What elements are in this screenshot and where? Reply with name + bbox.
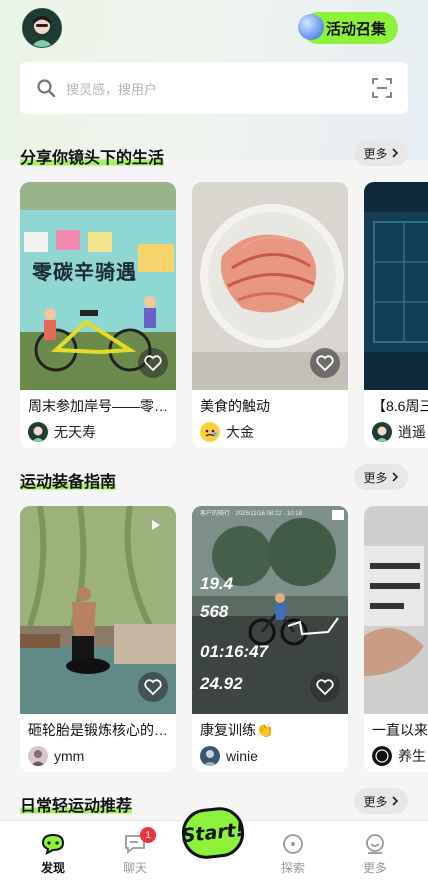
- author-name: 逍遥: [398, 424, 426, 440]
- author-avatar: [28, 422, 48, 442]
- heart-icon: [316, 679, 334, 695]
- more-button-gear[interactable]: 更多: [354, 464, 408, 490]
- start-label: Start!: [180, 818, 246, 848]
- more-button-life[interactable]: 更多: [354, 140, 408, 166]
- author-name: 养生: [398, 748, 426, 764]
- compass-icon: [283, 834, 303, 854]
- more-button-daily[interactable]: 更多: [354, 788, 408, 814]
- activity-speed: 24.92: [200, 674, 243, 693]
- activity-calories: 568: [200, 602, 229, 621]
- author-avatar: [372, 746, 392, 766]
- campaign-button[interactable]: 活动召集: [298, 12, 398, 44]
- card-row-gear: 砸轮胎是锻炼核心的… ymm 客户的骑行 · 2025/11/16 08:22 …: [0, 506, 428, 774]
- section-title-gear: 运动装备指南: [20, 474, 117, 491]
- avatar-illustration: [23, 9, 61, 47]
- like-button[interactable]: [138, 672, 168, 702]
- post-card[interactable]: 美食的触动 大金: [192, 182, 348, 448]
- post-author[interactable]: 逍遥: [372, 422, 426, 442]
- section-title-life: 分享你镜头下的生活: [20, 150, 165, 167]
- post-title: 【8.6周三: [372, 398, 428, 414]
- post-title: 一直以来: [372, 722, 428, 738]
- author-avatar: [28, 746, 48, 766]
- scan-icon[interactable]: [372, 78, 392, 98]
- tab-label: 聊天: [122, 861, 147, 875]
- heart-icon: [144, 355, 162, 371]
- post-image: [364, 506, 428, 714]
- tab-more[interactable]: 更多: [340, 821, 410, 883]
- post-card[interactable]: 零碳辛骑遇 周末参加岸号——零… 无天寿: [20, 182, 176, 448]
- post-author[interactable]: 无天寿: [28, 422, 96, 442]
- smiley-icon: [366, 834, 384, 854]
- post-card[interactable]: 砸轮胎是锻炼核心的… ymm: [20, 506, 176, 772]
- post-author[interactable]: ymm: [28, 746, 84, 766]
- heart-icon: [316, 355, 334, 371]
- tab-discover[interactable]: 发现: [18, 821, 88, 883]
- post-title: 康复训练👏: [200, 722, 274, 738]
- post-author[interactable]: 大金: [200, 422, 254, 442]
- post-title: 砸轮胎是锻炼核心的…: [28, 722, 168, 738]
- author-name: 大金: [226, 424, 254, 440]
- post-card[interactable]: 客户的骑行 · 2025/11/16 08:22 · 10:18 19.4 56…: [192, 506, 348, 772]
- tab-chat[interactable]: 1 聊天: [100, 821, 170, 883]
- banner-text: 零碳辛骑遇: [32, 260, 137, 284]
- post-card[interactable]: 【8.6周三 逍遥: [364, 182, 428, 448]
- chevron-right-icon: [391, 796, 398, 806]
- discover-icon: [41, 833, 65, 855]
- more-label: 更多: [363, 470, 388, 485]
- author-name: ymm: [54, 748, 85, 764]
- more-label: 更多: [363, 794, 388, 809]
- campaign-label: 活动召集: [325, 20, 386, 38]
- heart-icon: [144, 679, 162, 695]
- my-avatar[interactable]: [22, 8, 62, 48]
- section-title-daily: 日常轻运动推荐: [20, 798, 133, 815]
- unread-badge: 1: [140, 827, 156, 843]
- author-avatar: [200, 422, 220, 442]
- tab-label: 发现: [40, 861, 65, 875]
- card-row-life: 零碳辛骑遇 周末参加岸号——零… 无天寿 美食的触动 大金 【8.6周三 逍遥: [0, 182, 428, 450]
- planet-icon: [298, 14, 324, 40]
- activity-duration: 01:16:47: [200, 642, 269, 661]
- post-card[interactable]: 一直以来 养生: [364, 506, 428, 772]
- search-icon: [37, 79, 56, 98]
- post-author[interactable]: winie: [200, 746, 258, 766]
- like-button[interactable]: [310, 672, 340, 702]
- tab-label: 更多: [362, 861, 387, 875]
- post-author[interactable]: 养生: [372, 746, 426, 766]
- tab-label: 探索: [280, 861, 305, 875]
- author-avatar: [372, 422, 392, 442]
- activity-distance: 19.4: [200, 574, 234, 593]
- activity-header: 客户的骑行 · 2025/11/16 08:22 · 10:18: [200, 511, 302, 517]
- tab-explore[interactable]: 探索: [258, 821, 328, 883]
- chevron-right-icon: [391, 472, 398, 482]
- author-name: winie: [226, 748, 258, 764]
- post-title: 美食的触动: [200, 398, 270, 414]
- more-label: 更多: [363, 146, 388, 161]
- search-bar[interactable]: 搜灵感，搜用户: [20, 62, 408, 114]
- chevron-right-icon: [391, 148, 398, 158]
- author-name: 无天寿: [54, 424, 96, 440]
- post-title: 周末参加岸号——零…: [28, 398, 168, 414]
- like-button[interactable]: [310, 348, 340, 378]
- search-input[interactable]: 搜灵感，搜用户: [66, 79, 157, 98]
- like-button[interactable]: [138, 348, 168, 378]
- post-image: [364, 182, 428, 390]
- author-avatar: [200, 746, 220, 766]
